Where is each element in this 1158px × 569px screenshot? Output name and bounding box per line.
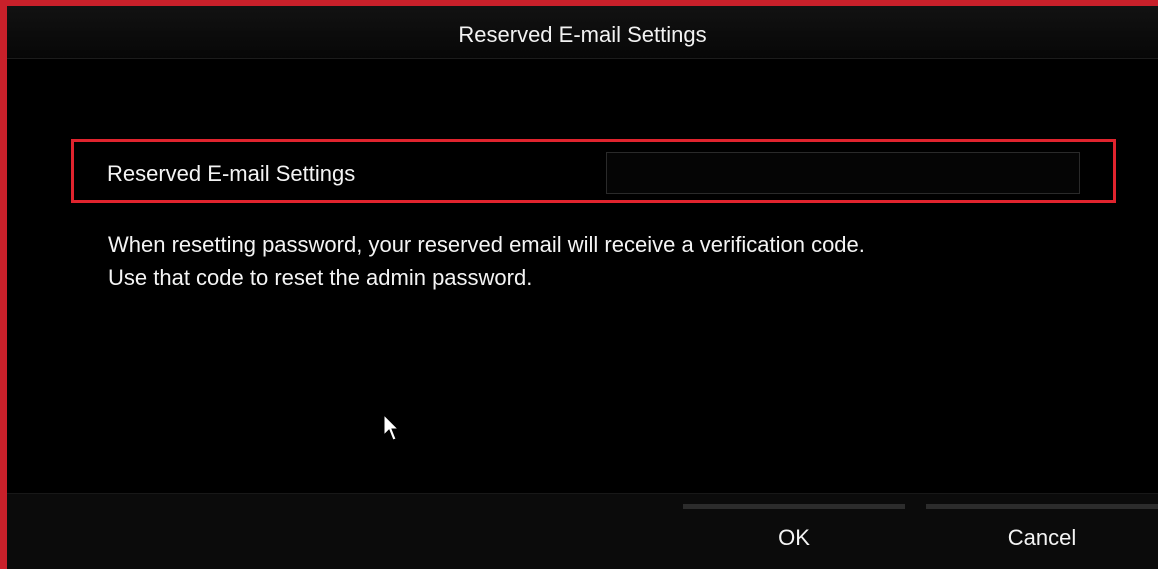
description-text: When resetting password, your reserved e… <box>108 228 865 294</box>
ok-button[interactable]: OK <box>683 504 905 562</box>
reserved-email-setting-row: Reserved E-mail Settings <box>71 139 1116 203</box>
reserved-email-input[interactable] <box>606 152 1080 194</box>
dialog-footer: OK Cancel <box>7 493 1158 569</box>
dialog-titlebar: Reserved E-mail Settings <box>7 6 1158 59</box>
mouse-pointer-icon <box>383 414 399 441</box>
description-line-2: Use that code to reset the admin passwor… <box>108 265 533 290</box>
description-line-1: When resetting password, your reserved e… <box>108 232 865 257</box>
cancel-button[interactable]: Cancel <box>926 504 1158 562</box>
reserved-email-dialog: Reserved E-mail Settings Reserved E-mail… <box>0 0 1158 569</box>
reserved-email-label: Reserved E-mail Settings <box>107 161 356 186</box>
dialog-title: Reserved E-mail Settings <box>458 22 707 47</box>
